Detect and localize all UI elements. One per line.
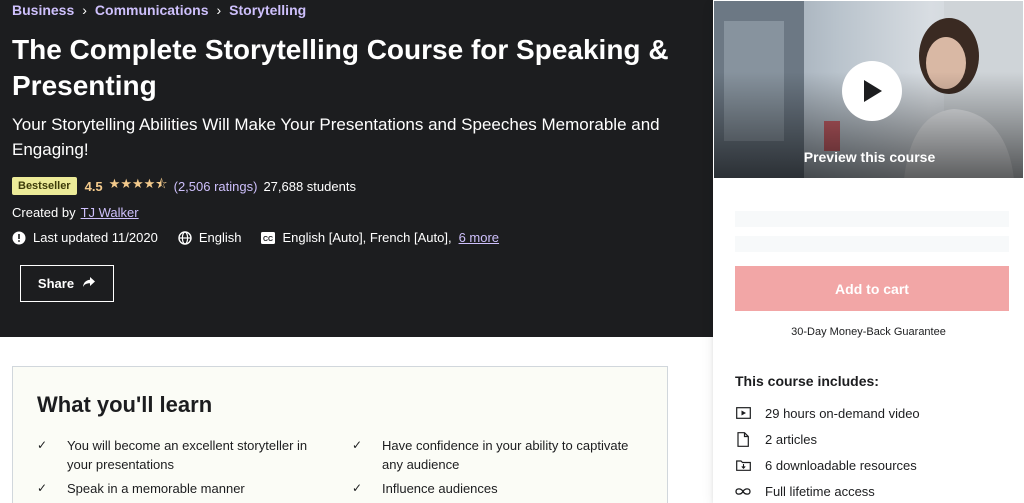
learn-item: ✓ Have confidence in your ability to cap…: [352, 438, 629, 472]
learn-item: ✓ Influence audiences: [352, 481, 498, 496]
includes-item: Full lifetime access: [735, 478, 920, 503]
bestseller-badge: Bestseller: [12, 177, 77, 195]
rating-row: Bestseller 4.5 ★★★★⯪ (2,506 ratings) 27,…: [12, 175, 356, 197]
star-rating-icon: ★★★★⯪: [108, 176, 168, 191]
check-icon: ✓: [352, 438, 363, 452]
rating-value: 4.5: [84, 178, 103, 194]
chevron-right-icon: ›: [82, 2, 87, 18]
share-button[interactable]: Share: [20, 265, 114, 302]
course-subtitle: Your Storytelling Abilities Will Make Yo…: [12, 115, 660, 159]
last-updated: Last updated 11/2020: [33, 230, 158, 245]
ratings-count-link[interactable]: (2,506 ratings): [174, 179, 258, 194]
course-preview-video[interactable]: Preview this course: [713, 0, 1024, 179]
check-icon: ✓: [352, 481, 363, 495]
breadcrumb-storytelling[interactable]: Storytelling: [229, 2, 306, 18]
svg-text:CC: CC: [263, 236, 273, 243]
breadcrumb: Business › Communications › Storytelling: [12, 2, 306, 18]
includes-item: 6 downloadable resources: [735, 452, 920, 478]
closed-captions-icon: CC: [261, 231, 276, 245]
students-count: 27,688 students: [263, 178, 356, 194]
course-includes-title: This course includes:: [735, 373, 879, 389]
money-back-guarantee: 30-Day Money-Back Guarantee: [791, 326, 946, 338]
breadcrumb-business[interactable]: Business: [12, 2, 74, 18]
share-label: Share: [37, 276, 75, 291]
share-arrow-icon: [82, 276, 96, 291]
course-includes-list: 29 hours on-demand video 2 articles 6 do…: [735, 400, 920, 503]
created-by-row: Created by TJ Walker: [12, 205, 139, 220]
video-icon: [735, 405, 751, 421]
learn-item: ✓ You will become an excellent storytell…: [37, 438, 308, 472]
includes-item: 2 articles: [735, 426, 920, 452]
price-placeholder: [735, 211, 1009, 227]
check-icon: ✓: [37, 438, 48, 452]
file-icon: [735, 431, 751, 447]
check-icon: ✓: [37, 481, 48, 495]
what-you-learn-box: What you'll learn ✓ You will become an e…: [12, 366, 668, 503]
purchase-sidebar: Preview this course Add to cart 30-Day M…: [713, 0, 1024, 503]
preview-label: Preview this course: [803, 149, 936, 165]
breadcrumb-communications[interactable]: Communications: [95, 2, 209, 18]
price-placeholder: [735, 236, 1009, 252]
course-meta-row: Last updated 11/2020 English CC English …: [12, 230, 513, 245]
instructor-link[interactable]: TJ Walker: [81, 205, 139, 220]
course-title: The Complete Storytelling Course for Spe…: [12, 34, 669, 101]
captions-languages: English [Auto], French [Auto],: [282, 230, 452, 245]
learn-item: ✓ Speak in a memorable manner: [37, 481, 245, 496]
chevron-right-icon: ›: [216, 2, 222, 18]
course-language: English: [198, 230, 242, 245]
more-captions-link[interactable]: 6 more: [459, 230, 499, 245]
add-to-cart-button[interactable]: Add to cart: [735, 266, 1009, 311]
what-you-learn-title: What you'll learn: [37, 392, 213, 417]
includes-item: 29 hours on-demand video: [735, 400, 920, 426]
globe-icon: [178, 230, 192, 245]
infinity-icon: [735, 483, 751, 499]
alert-icon: [12, 231, 26, 245]
play-icon[interactable]: [842, 61, 902, 121]
created-by-label: Created by: [12, 205, 76, 220]
download-icon: [735, 457, 751, 473]
